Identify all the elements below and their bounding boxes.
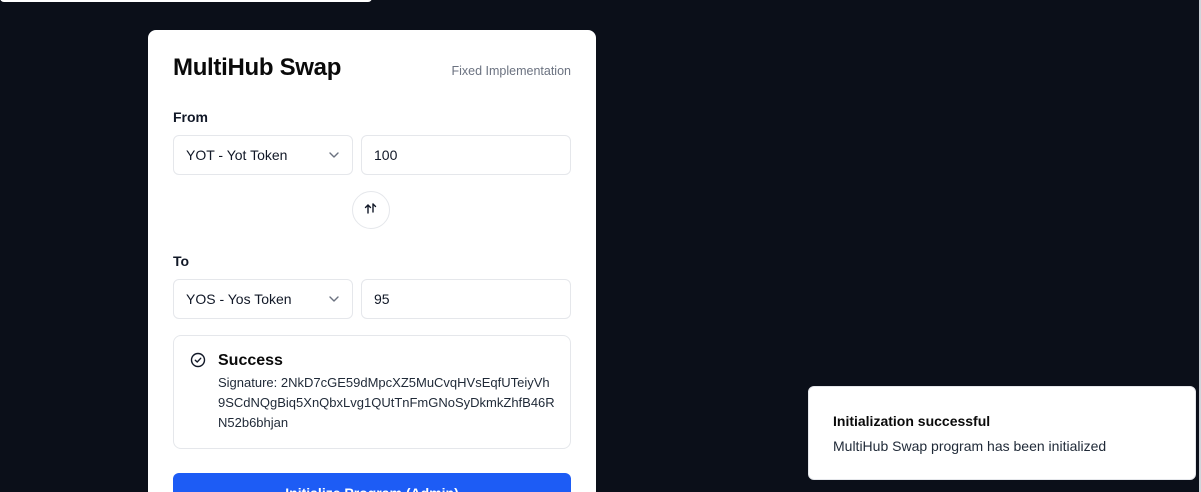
alert-title: Success	[218, 352, 283, 369]
from-label: From	[173, 109, 208, 125]
to-token-value: YOS - Yos Token	[186, 291, 292, 307]
from-row: YOT - Yot Token 100	[173, 135, 571, 175]
card-title: MultiHub Swap	[173, 54, 342, 81]
chevron-down-icon	[328, 293, 340, 305]
chevron-down-icon	[328, 149, 340, 161]
to-label: To	[173, 253, 190, 269]
to-amount-input[interactable]: 95	[361, 279, 571, 319]
card-header: MultiHub Swap Fixed Implementation	[173, 54, 571, 86]
to-token-select[interactable]: YOS - Yos Token	[173, 279, 353, 319]
from-token-value: YOT - Yot Token	[186, 147, 288, 163]
card-subtitle: Fixed Implementation	[451, 64, 571, 78]
page: MultiHub Swap Fixed Implementation From …	[0, 0, 1201, 492]
initialize-program-button[interactable]: Initialize Program (Admin)	[173, 473, 571, 492]
toast-description: MultiHub Swap program has been initializ…	[833, 438, 1107, 454]
from-amount-input[interactable]: 100	[361, 135, 571, 175]
swap-card: MultiHub Swap Fixed Implementation From …	[148, 30, 596, 492]
alert-message: Signature: 2NkD7cGE59dMpcXZ5MuCvqHVsEqfU…	[218, 375, 555, 430]
from-token-select[interactable]: YOT - Yot Token	[173, 135, 353, 175]
toast-notification: Initialization successful MultiHub Swap …	[808, 386, 1196, 480]
check-circle-icon	[190, 352, 206, 368]
success-alert: Success Signature: 2NkD7cGE59dMpcXZ5MuCv…	[173, 335, 571, 449]
swap-arrows-icon	[363, 200, 379, 221]
swap-direction-button[interactable]	[352, 191, 390, 229]
to-row: YOS - Yos Token 95	[173, 279, 571, 319]
top-edge-panel	[0, 0, 372, 2]
toast-title: Initialization successful	[833, 413, 991, 429]
